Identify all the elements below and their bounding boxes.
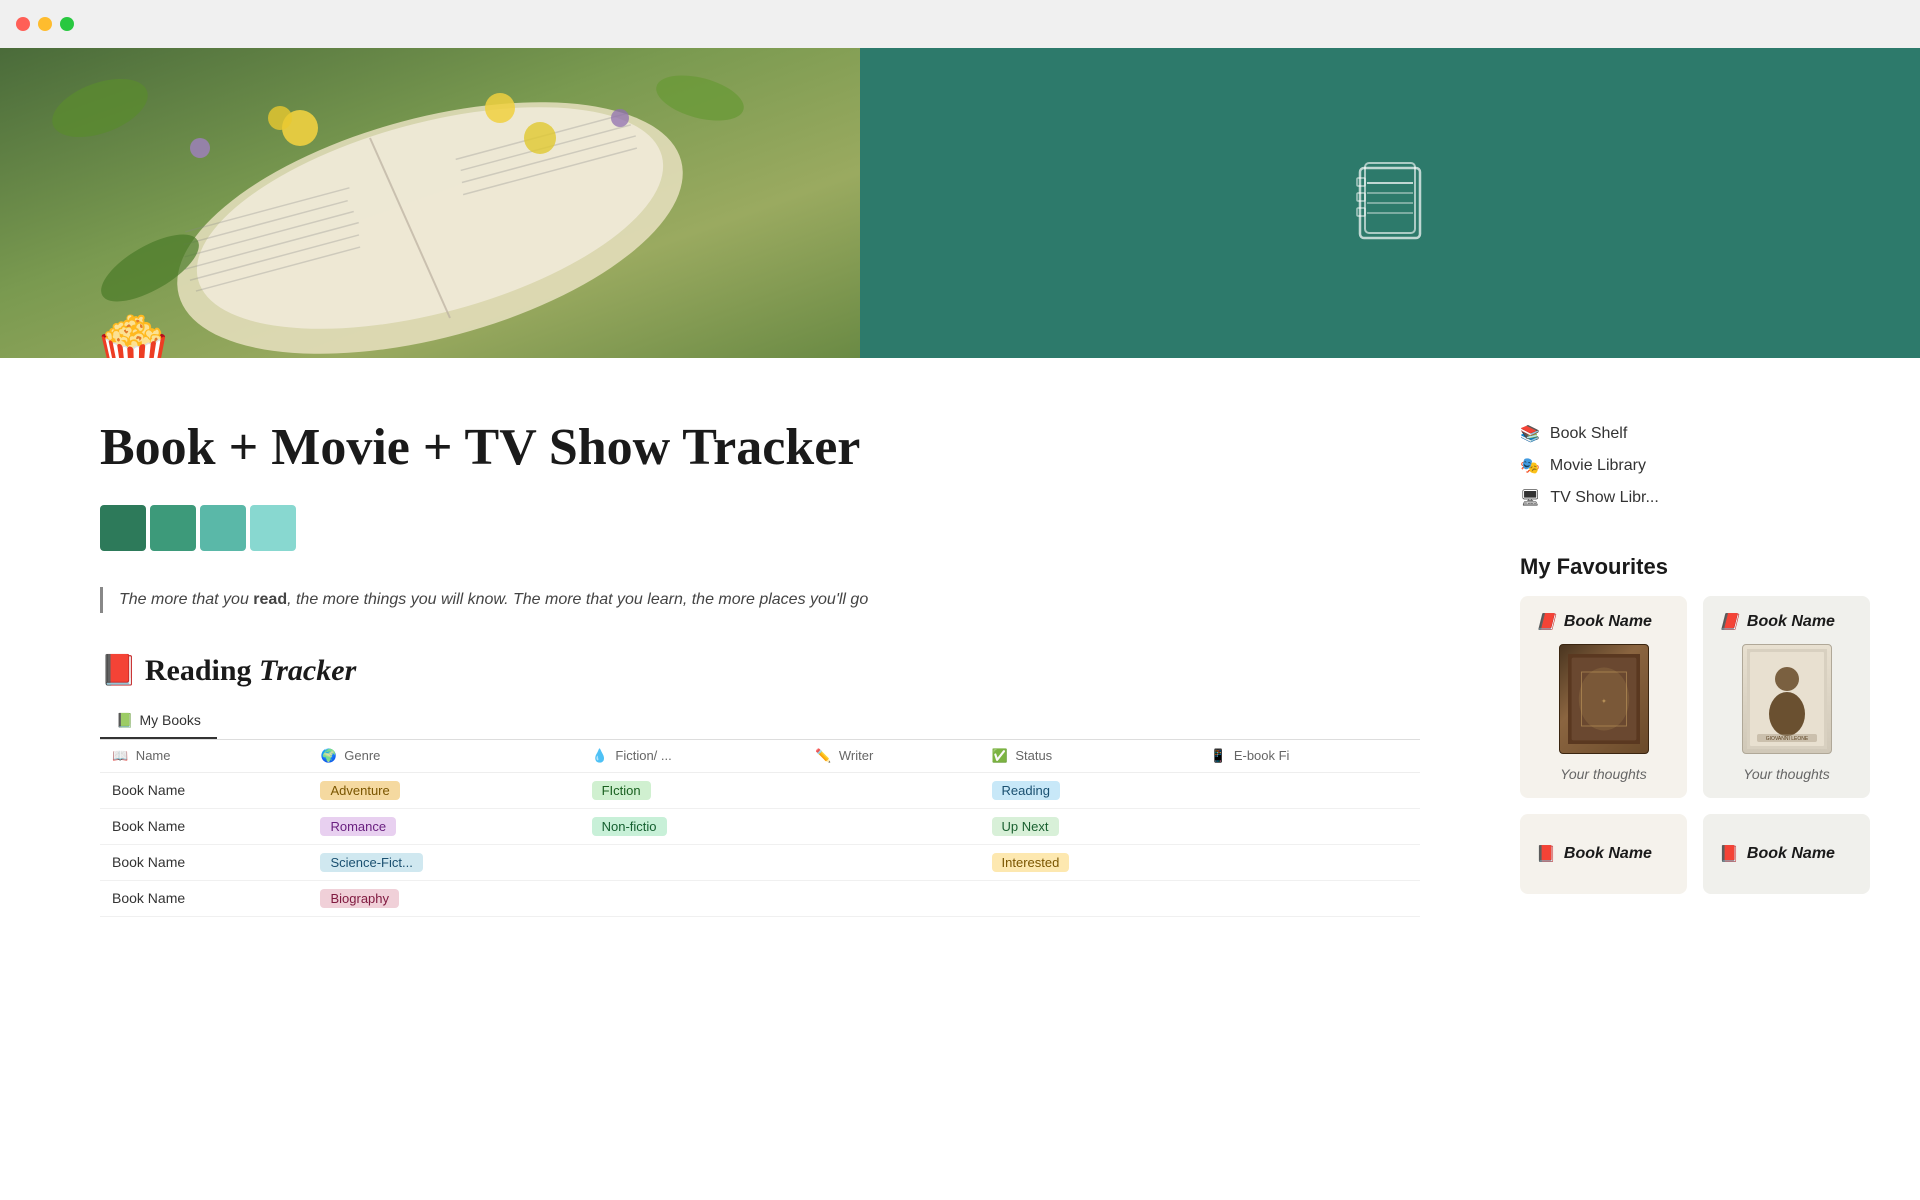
cell-ebook — [1198, 880, 1420, 916]
fav-book-emoji-1: 📕 — [1536, 612, 1556, 632]
svg-text:GIOVANNI LEONE: GIOVANNI LEONE — [1765, 736, 1808, 742]
close-button[interactable] — [16, 17, 30, 31]
cell-status: Interested — [980, 844, 1198, 880]
tv-icon: 🖥 — [1520, 488, 1540, 508]
main-content: Book + Movie + TV Show Tracker The more … — [0, 358, 1920, 957]
page-title: Book + Movie + TV Show Tracker — [100, 418, 1420, 477]
nav-item-bookshelf[interactable]: 📚 Book Shelf — [1520, 418, 1870, 450]
titlebar — [0, 0, 1920, 48]
fav-book-emoji-4: 📕 — [1719, 844, 1739, 864]
col-fiction: 💧 Fiction/ ... — [580, 740, 803, 773]
cell-ebook — [1198, 844, 1420, 880]
fav-book-emoji-2: 📕 — [1719, 612, 1739, 632]
fav-card-2-thoughts: Your thoughts — [1719, 766, 1854, 782]
cell-status: Up Next — [980, 808, 1198, 844]
table-header-row: 📖 Name 🌍 Genre 💧 Fiction/ ... ✏️ Writer … — [100, 740, 1420, 773]
favourites-grid: 📕 Book Name ✦ Your thoughts — [1520, 596, 1870, 894]
movie-icon: 🎭 — [1520, 456, 1540, 476]
left-panel: Book + Movie + TV Show Tracker The more … — [0, 358, 1500, 957]
swatch-4 — [250, 505, 296, 551]
reading-tracker-header: 📕 Reading Tracker — [100, 653, 1420, 688]
cell-fiction — [580, 844, 803, 880]
nav-item-movielibrary[interactable]: 🎭 Movie Library — [1520, 450, 1870, 482]
cell-ebook — [1198, 808, 1420, 844]
cell-writer — [803, 808, 979, 844]
hero-banner: 🍿 — [0, 48, 1920, 358]
cell-fiction — [580, 880, 803, 916]
fav-card-1[interactable]: 📕 Book Name ✦ Your thoughts — [1520, 596, 1687, 798]
right-nav: 📚 Book Shelf 🎭 Movie Library 🖥 TV Show L… — [1520, 398, 1870, 514]
swatch-2 — [150, 505, 196, 551]
fav-book-cover-1: ✦ — [1559, 644, 1649, 754]
col-ebook: 📱 E-book Fi — [1198, 740, 1420, 773]
maximize-button[interactable] — [60, 17, 74, 31]
swatch-3 — [200, 505, 246, 551]
cell-writer — [803, 772, 979, 808]
quote-block: The more that you read, the more things … — [100, 587, 1420, 613]
fav-card-4[interactable]: 📕 Book Name — [1703, 814, 1870, 894]
favourites-title: My Favourites — [1520, 554, 1870, 580]
cell-ebook — [1198, 772, 1420, 808]
cell-name: Book Name — [100, 844, 308, 880]
tabs-bar: 📗 My Books — [100, 704, 1420, 740]
books-table: 📖 Name 🌍 Genre 💧 Fiction/ ... ✏️ Writer … — [100, 740, 1420, 917]
cell-name: Book Name — [100, 880, 308, 916]
fav-card-4-title: Book Name — [1747, 845, 1835, 863]
col-status: ✅ Status — [980, 740, 1198, 773]
film-book-icon — [1340, 153, 1440, 253]
table-row[interactable]: Book Name Science-Fict... Interested — [100, 844, 1420, 880]
cell-genre: Adventure — [308, 772, 579, 808]
right-panel: 📚 Book Shelf 🎭 Movie Library 🖥 TV Show L… — [1500, 358, 1920, 957]
col-writer: ✏️ Writer — [803, 740, 979, 773]
hero-photo: 🍿 — [0, 48, 860, 358]
fav-book-cover-2: GIOVANNI LEONE — [1742, 644, 1832, 754]
section-icon: 📕 — [100, 654, 137, 687]
popcorn-icon: 🍿 — [90, 318, 177, 358]
bookshelf-icon: 📚 — [1520, 424, 1540, 444]
cell-genre: Science-Fict... — [308, 844, 579, 880]
cell-name: Book Name — [100, 772, 308, 808]
col-name: 📖 Name — [100, 740, 308, 773]
cell-writer — [803, 880, 979, 916]
fav-card-2-title: 📕 Book Name — [1719, 612, 1854, 632]
tab-mybooks[interactable]: 📗 My Books — [100, 704, 217, 739]
cell-genre: Romance — [308, 808, 579, 844]
table-row[interactable]: Book Name Romance Non-fictio Up Next — [100, 808, 1420, 844]
fav-card-3[interactable]: 📕 Book Name — [1520, 814, 1687, 894]
cell-status — [980, 880, 1198, 916]
cell-fiction: FIction — [580, 772, 803, 808]
fav-card-3-title: Book Name — [1564, 845, 1652, 863]
fav-card-2[interactable]: 📕 Book Name GIOVANNI LEONE Yo — [1703, 596, 1870, 798]
table-row[interactable]: Book Name Adventure FIction Reading — [100, 772, 1420, 808]
cell-name: Book Name — [100, 808, 308, 844]
tab-icon: 📗 — [116, 712, 133, 729]
swatch-1 — [100, 505, 146, 551]
fav-card-1-thoughts: Your thoughts — [1536, 766, 1671, 782]
cell-writer — [803, 844, 979, 880]
cell-genre: Biography — [308, 880, 579, 916]
svg-text:✦: ✦ — [1600, 697, 1606, 706]
color-swatches — [100, 505, 1420, 551]
cell-status: Reading — [980, 772, 1198, 808]
col-genre: 🌍 Genre — [308, 740, 579, 773]
nav-item-tvshow[interactable]: 🖥 TV Show Libr... — [1520, 482, 1870, 514]
reading-tracker-title: 📕 Reading Tracker — [100, 653, 1420, 688]
table-row[interactable]: Book Name Biography — [100, 880, 1420, 916]
fav-book-emoji-3: 📕 — [1536, 844, 1556, 864]
hero-green-panel — [860, 48, 1920, 358]
minimize-button[interactable] — [38, 17, 52, 31]
fav-card-1-title: 📕 Book Name — [1536, 612, 1671, 632]
cell-fiction: Non-fictio — [580, 808, 803, 844]
